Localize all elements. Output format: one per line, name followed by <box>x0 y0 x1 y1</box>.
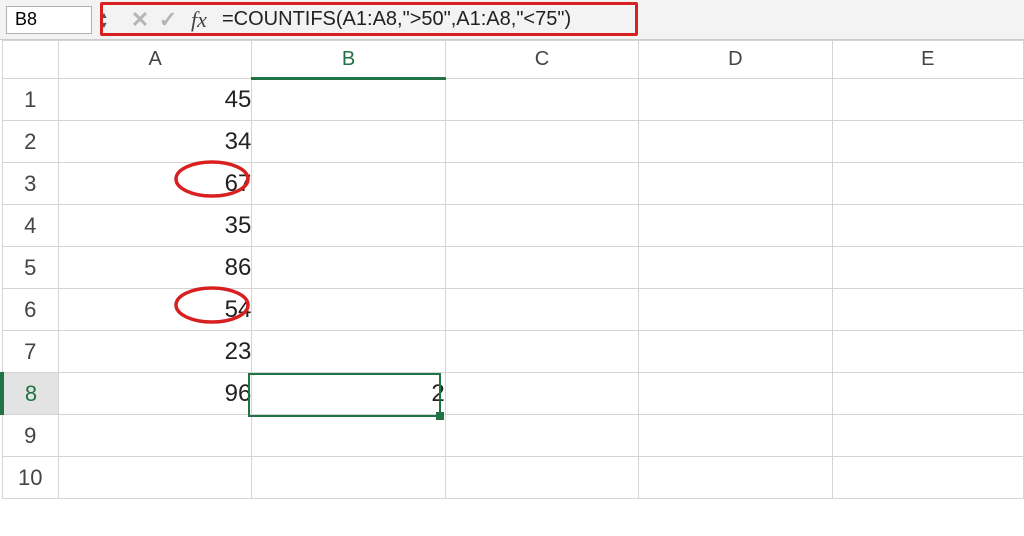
row-header-8[interactable]: 8 <box>2 373 58 415</box>
cell-A7[interactable]: 23 <box>58 331 251 373</box>
cell-A6[interactable]: 54 <box>58 289 251 331</box>
cell-E9[interactable] <box>832 415 1023 457</box>
cell-E10[interactable] <box>832 457 1023 499</box>
fill-handle[interactable] <box>436 412 444 420</box>
cell-E4[interactable] <box>832 205 1023 247</box>
column-header-D[interactable]: D <box>639 41 832 79</box>
cell-E2[interactable] <box>832 121 1023 163</box>
cell-E7[interactable] <box>832 331 1023 373</box>
cell-C4[interactable] <box>445 205 638 247</box>
formula-input[interactable] <box>216 6 1018 34</box>
cell-C9[interactable] <box>445 415 638 457</box>
cell-E8[interactable] <box>832 373 1023 415</box>
cell-B1[interactable] <box>252 79 445 121</box>
cell-D5[interactable] <box>639 247 832 289</box>
cell-E1[interactable] <box>832 79 1023 121</box>
cell-C1[interactable] <box>445 79 638 121</box>
cell-A2[interactable]: 34 <box>58 121 251 163</box>
row-header-2[interactable]: 2 <box>2 121 58 163</box>
cell-B8[interactable]: 2 <box>252 373 445 415</box>
row-header-1[interactable]: 1 <box>2 79 58 121</box>
cell-D3[interactable] <box>639 163 832 205</box>
row-header-6[interactable]: 6 <box>2 289 58 331</box>
column-header-A[interactable]: A <box>58 41 251 79</box>
cell-A5[interactable]: 86 <box>58 247 251 289</box>
row-header-3[interactable]: 3 <box>2 163 58 205</box>
name-box-spinner[interactable]: ▲ ▼ <box>96 6 112 34</box>
cell-A1[interactable]: 45 <box>58 79 251 121</box>
cell-D2[interactable] <box>639 121 832 163</box>
enter-icon[interactable]: ✓ <box>154 7 182 33</box>
cell-D7[interactable] <box>639 331 832 373</box>
column-header-C[interactable]: C <box>445 41 638 79</box>
cell-A9[interactable] <box>58 415 251 457</box>
cell-C5[interactable] <box>445 247 638 289</box>
cell-A4[interactable]: 35 <box>58 205 251 247</box>
cell-A10[interactable] <box>58 457 251 499</box>
select-all-corner[interactable] <box>2 41 58 79</box>
name-box-value: B8 <box>15 9 37 30</box>
cell-B10[interactable] <box>252 457 445 499</box>
cell-C10[interactable] <box>445 457 638 499</box>
row-header-4[interactable]: 4 <box>2 205 58 247</box>
cell-E5[interactable] <box>832 247 1023 289</box>
spinner-up-icon[interactable]: ▲ <box>96 10 112 20</box>
cell-C2[interactable] <box>445 121 638 163</box>
row-header-10[interactable]: 10 <box>2 457 58 499</box>
row-header-9[interactable]: 9 <box>2 415 58 457</box>
cell-D4[interactable] <box>639 205 832 247</box>
cancel-icon[interactable]: ✕ <box>126 7 154 33</box>
cell-A3[interactable]: 67 <box>58 163 251 205</box>
cell-C6[interactable] <box>445 289 638 331</box>
cell-C7[interactable] <box>445 331 638 373</box>
cell-D8[interactable] <box>639 373 832 415</box>
fx-icon[interactable]: fx <box>182 7 216 33</box>
cell-E6[interactable] <box>832 289 1023 331</box>
row-header-7[interactable]: 7 <box>2 331 58 373</box>
column-header-B[interactable]: B <box>252 41 445 79</box>
cell-B3[interactable] <box>252 163 445 205</box>
formula-bar: B8 ▲ ▼ ✕ ✓ fx <box>0 0 1024 40</box>
spreadsheet-grid: A B C D E 1 45 2 34 3 67 4 35 5 86 6 54 … <box>0 40 1024 499</box>
cell-D6[interactable] <box>639 289 832 331</box>
cell-D1[interactable] <box>639 79 832 121</box>
cell-B9[interactable] <box>252 415 445 457</box>
cell-B4[interactable] <box>252 205 445 247</box>
column-header-E[interactable]: E <box>832 41 1023 79</box>
cell-C8[interactable] <box>445 373 638 415</box>
cell-B7[interactable] <box>252 331 445 373</box>
cell-A8[interactable]: 96 <box>58 373 251 415</box>
cell-C3[interactable] <box>445 163 638 205</box>
spinner-down-icon[interactable]: ▼ <box>96 20 112 30</box>
row-header-5[interactable]: 5 <box>2 247 58 289</box>
cell-D9[interactable] <box>639 415 832 457</box>
cell-B2[interactable] <box>252 121 445 163</box>
cell-B6[interactable] <box>252 289 445 331</box>
name-box[interactable]: B8 <box>6 6 92 34</box>
cell-D10[interactable] <box>639 457 832 499</box>
cell-B5[interactable] <box>252 247 445 289</box>
cell-E3[interactable] <box>832 163 1023 205</box>
